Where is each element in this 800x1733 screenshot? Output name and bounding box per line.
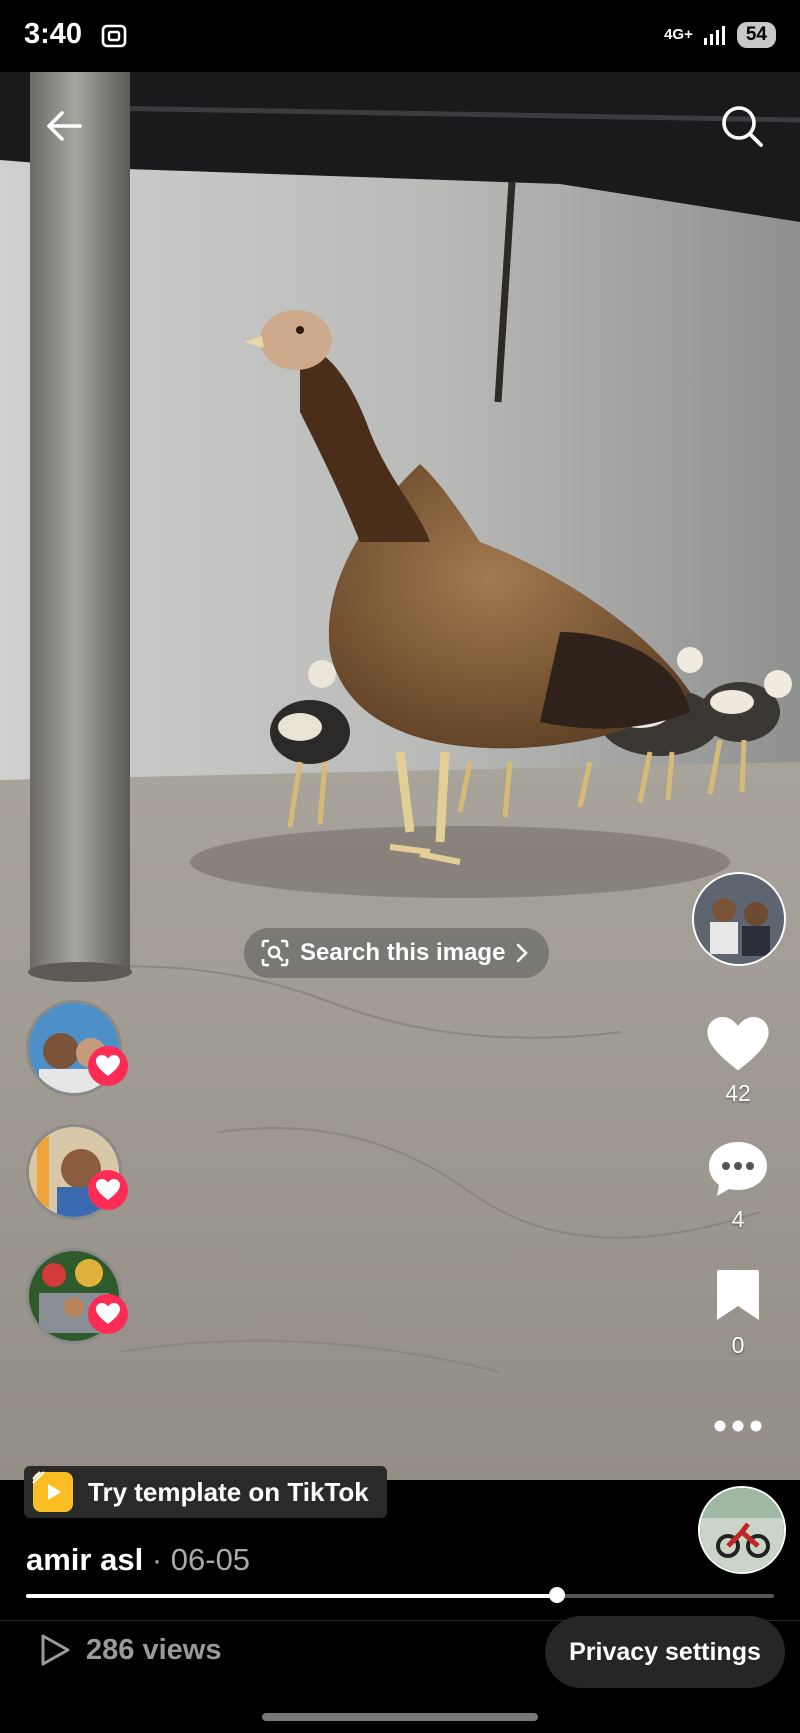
- comment-count: 4: [731, 1206, 745, 1232]
- heart-badge-icon: [88, 1294, 128, 1334]
- like-count: 42: [725, 1080, 751, 1106]
- music-disc: [700, 1488, 784, 1572]
- views-indicator: 286 views: [38, 1632, 221, 1668]
- creator-avatar-button[interactable]: [692, 872, 786, 966]
- video-progress-bar[interactable]: [26, 1587, 774, 1603]
- views-count: 286 views: [86, 1633, 222, 1666]
- home-indicator[interactable]: [262, 1713, 538, 1721]
- comment-button[interactable]: [698, 1138, 778, 1200]
- search-this-image-label: Search this image: [300, 939, 506, 966]
- creator-avatar: [694, 874, 784, 964]
- progress-handle[interactable]: [549, 1587, 566, 1603]
- heart-badge-icon: [88, 1170, 128, 1210]
- arrow-left-icon: [47, 111, 82, 141]
- more-dots-icon: [714, 1420, 762, 1432]
- template-icon: [32, 1471, 73, 1512]
- try-template-button[interactable]: Try template on TikTok: [24, 1466, 387, 1518]
- battery-level: 54: [736, 22, 776, 48]
- author-name[interactable]: amir asl: [26, 1542, 143, 1577]
- signal-icon: [703, 26, 725, 45]
- like-button[interactable]: [698, 1014, 778, 1076]
- heart-badge-icon: [88, 1046, 128, 1086]
- save-count: 0: [731, 1332, 745, 1358]
- status-bar: 3:40 4G+ 54: [0, 0, 800, 72]
- bookmark-icon: [717, 1270, 759, 1320]
- music-disc-button[interactable]: [698, 1486, 786, 1574]
- post-date: · 06-05: [151, 1542, 251, 1577]
- back-button[interactable]: [40, 102, 88, 150]
- progress-fill: [26, 1594, 558, 1598]
- save-button[interactable]: [698, 1264, 778, 1326]
- privacy-settings-button[interactable]: Privacy settings: [545, 1616, 785, 1688]
- search-button[interactable]: [716, 100, 768, 152]
- chevron-right-icon: [517, 943, 529, 963]
- liker-avatar-1[interactable]: [26, 1000, 128, 1096]
- screenshot-icon: [101, 24, 127, 48]
- status-time: 3:40: [24, 18, 83, 50]
- liker-avatar-2[interactable]: [26, 1124, 128, 1220]
- comment-icon: [709, 1142, 767, 1196]
- search-this-image-button[interactable]: Search this image: [244, 928, 550, 978]
- search-icon: [722, 106, 763, 147]
- try-template-label: Try template on TikTok: [88, 1476, 369, 1507]
- image-search-icon: [261, 939, 289, 967]
- heart-icon: [707, 1017, 769, 1071]
- author-line: amir asl · 06-05: [26, 1542, 250, 1578]
- liker-avatar-3[interactable]: [26, 1248, 128, 1344]
- network-type: 4G+: [664, 26, 693, 43]
- play-icon: [41, 1634, 70, 1666]
- status-icons: 4G+ 54: [664, 22, 776, 48]
- more-options-button[interactable]: [698, 1408, 778, 1444]
